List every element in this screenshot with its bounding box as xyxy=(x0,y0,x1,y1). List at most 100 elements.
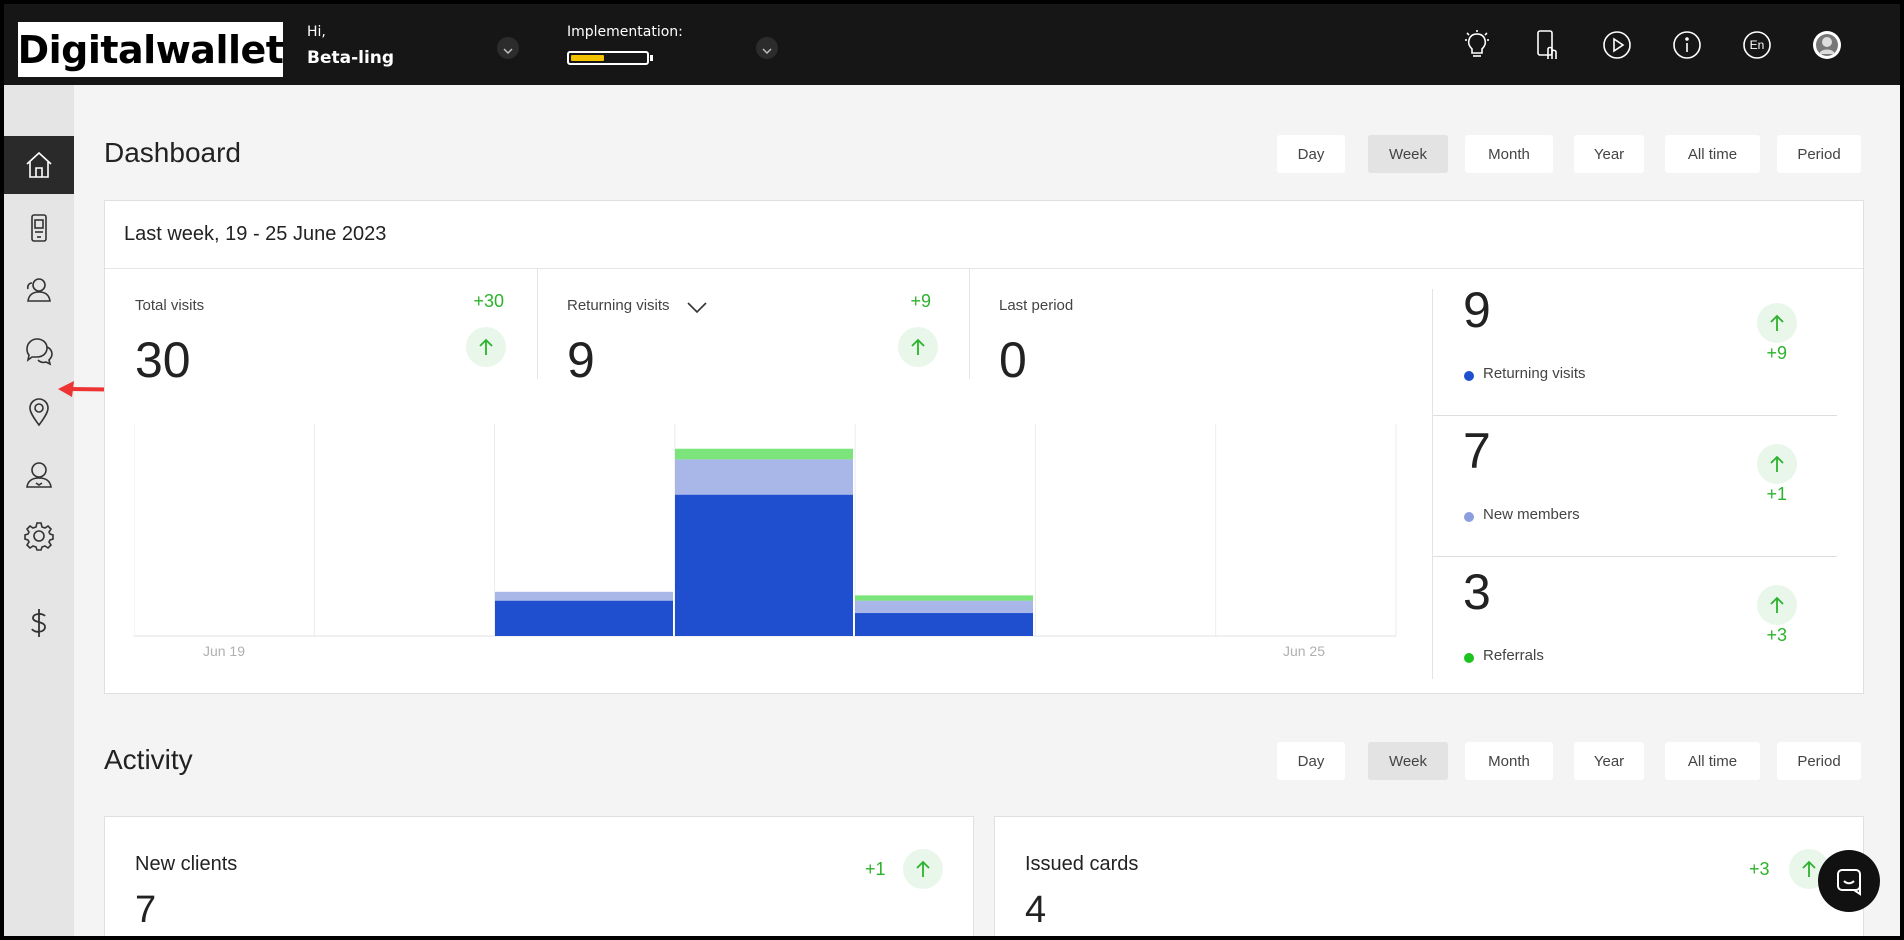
implementation-progress-bar xyxy=(567,51,649,65)
arrow-up-icon xyxy=(1757,585,1797,625)
dashboard-title: Dashboard xyxy=(104,137,241,168)
activity-card-value: 4 xyxy=(1025,889,1047,931)
bar-new-members-jun-21[interactable] xyxy=(495,591,673,601)
chevron-down-icon[interactable] xyxy=(687,299,707,318)
side-stat-label: Referrals xyxy=(1483,647,1544,664)
bar-referrals-jun-23[interactable] xyxy=(855,595,1033,601)
kpi-label: Returning visits xyxy=(567,297,670,314)
kpi-label: Last period xyxy=(999,297,1074,314)
chat-bubble-icon xyxy=(1837,869,1861,896)
legend-dot xyxy=(1464,512,1474,522)
greeting: Hi, xyxy=(307,24,326,40)
side-stat-delta: +1 xyxy=(1766,484,1787,504)
bar-new-members-jun-23[interactable] xyxy=(855,600,1033,614)
dashboard-period-year[interactable]: Year xyxy=(1574,135,1644,173)
date-range-title: Last week, 19 - 25 June 2023 xyxy=(124,223,387,245)
arrow-up-icon xyxy=(466,327,506,367)
sidebar-item-users[interactable] xyxy=(4,446,74,504)
x-tick-label: Jun 19 xyxy=(203,643,245,659)
legend-dot xyxy=(1464,653,1474,663)
kpi-last-period: Last period 0 xyxy=(969,269,1401,388)
side-stat-delta: +9 xyxy=(1766,343,1787,363)
info-icon[interactable] xyxy=(1671,29,1703,61)
kpi-value: 9 xyxy=(567,332,595,388)
user-icon xyxy=(26,462,52,488)
side-stat-value: 3 xyxy=(1463,564,1491,620)
activity-period-all-time[interactable]: All time xyxy=(1665,742,1760,780)
sidebar xyxy=(4,85,74,936)
sidebar-item-settings[interactable] xyxy=(4,507,74,565)
chevron-down-icon xyxy=(503,39,513,58)
lightbulb-icon[interactable] xyxy=(1461,29,1493,61)
arrow-up-icon xyxy=(1757,303,1797,343)
implementation-label: Implementation: xyxy=(567,24,683,40)
arrow-up-icon xyxy=(903,849,943,889)
side-stat-label: New members xyxy=(1483,506,1580,523)
clients-icon xyxy=(26,278,51,302)
kpi-value: 0 xyxy=(999,332,1027,388)
location-icon xyxy=(29,398,49,427)
side-stat-delta: +3 xyxy=(1766,625,1787,645)
app-frame: Digitalwallet Hi, Beta-ling Implementati… xyxy=(4,4,1900,936)
kpi-label: Total visits xyxy=(135,297,205,314)
sidebar-item-messages[interactable] xyxy=(4,322,74,380)
language-button[interactable]: En xyxy=(1741,29,1773,61)
side-stat-value: 9 xyxy=(1463,282,1491,338)
user-name: Beta-ling xyxy=(307,48,395,68)
play-icon[interactable] xyxy=(1601,29,1633,61)
logo[interactable]: Digitalwallet xyxy=(18,22,284,77)
activity-period-day[interactable]: Day xyxy=(1277,742,1345,780)
activity-period-month[interactable]: Month xyxy=(1465,742,1553,780)
activity-period-week[interactable]: Week xyxy=(1368,742,1448,780)
sidebar-item-clients[interactable] xyxy=(4,261,74,319)
legend-dot xyxy=(1464,371,1474,381)
account-dropdown-button[interactable] xyxy=(497,37,519,59)
bar-referrals-jun-22[interactable] xyxy=(675,448,853,460)
issued-cards-card: Issued cards 4 +3 xyxy=(994,816,1864,936)
dashboard-period-month[interactable]: Month xyxy=(1465,135,1553,173)
battery-cap xyxy=(650,55,653,61)
language-code: En xyxy=(1749,38,1765,52)
activity-period-year[interactable]: Year xyxy=(1574,742,1644,780)
settings-icon xyxy=(24,522,54,551)
side-stat-new-members: 7 +1 New members xyxy=(1433,422,1837,563)
bar-returning-visits-jun-21[interactable] xyxy=(495,600,673,636)
kpi-delta: +30 xyxy=(473,291,504,311)
side-stat-divider xyxy=(1433,415,1837,416)
activity-card-delta: +3 xyxy=(1749,859,1770,879)
arrow-up-icon xyxy=(898,327,938,367)
x-tick-label: Jun 25 xyxy=(1283,643,1325,659)
stats-card-header: Last week, 19 - 25 June 2023 xyxy=(105,201,1863,269)
chat-icon xyxy=(26,338,53,366)
activity-title: Activity xyxy=(104,744,193,775)
activity-card-title: Issued cards xyxy=(1025,853,1139,875)
dashboard-period-all-time[interactable]: All time xyxy=(1665,135,1760,173)
implementation-dropdown-button[interactable] xyxy=(756,37,778,59)
avatar[interactable] xyxy=(1811,29,1843,61)
top-bar: Digitalwallet Hi, Beta-ling Implementati… xyxy=(4,4,1900,85)
new-clients-card: New clients 7 +1 xyxy=(104,816,974,936)
home-icon xyxy=(26,151,52,178)
bar-returning-visits-jun-22[interactable] xyxy=(675,494,853,636)
dashboard-period-week[interactable]: Week xyxy=(1368,135,1448,173)
activity-period-period[interactable]: Period xyxy=(1777,742,1861,780)
dashboard-period-day[interactable]: Day xyxy=(1277,135,1345,173)
side-stat-divider xyxy=(1433,556,1837,557)
sidebar-item-cards[interactable] xyxy=(4,199,74,257)
side-stat-value: 7 xyxy=(1463,423,1491,479)
phone-touch-icon[interactable] xyxy=(1531,29,1563,61)
kpi-returning-visits[interactable]: Returning visits 9 +9 xyxy=(537,269,969,388)
side-stat-label: Returning visits xyxy=(1483,365,1586,382)
dashboard-period-period[interactable]: Period xyxy=(1777,135,1861,173)
side-stat-referrals: 3 +3 Referrals xyxy=(1433,563,1837,704)
sidebar-item-billing[interactable] xyxy=(4,594,74,652)
support-chat-button[interactable] xyxy=(1818,850,1880,912)
bar-returning-visits-jun-23[interactable] xyxy=(855,613,1033,636)
visits-chart: Jun 19 Jun 25 xyxy=(134,424,1397,659)
side-stat-returning-visits: 9 +9 Returning visits xyxy=(1433,281,1837,422)
sidebar-item-home[interactable] xyxy=(4,136,74,194)
phone-card-icon xyxy=(31,214,47,242)
activity-card-delta: +1 xyxy=(865,859,886,879)
dollar-icon xyxy=(31,609,46,637)
bar-new-members-jun-22[interactable] xyxy=(675,459,853,495)
